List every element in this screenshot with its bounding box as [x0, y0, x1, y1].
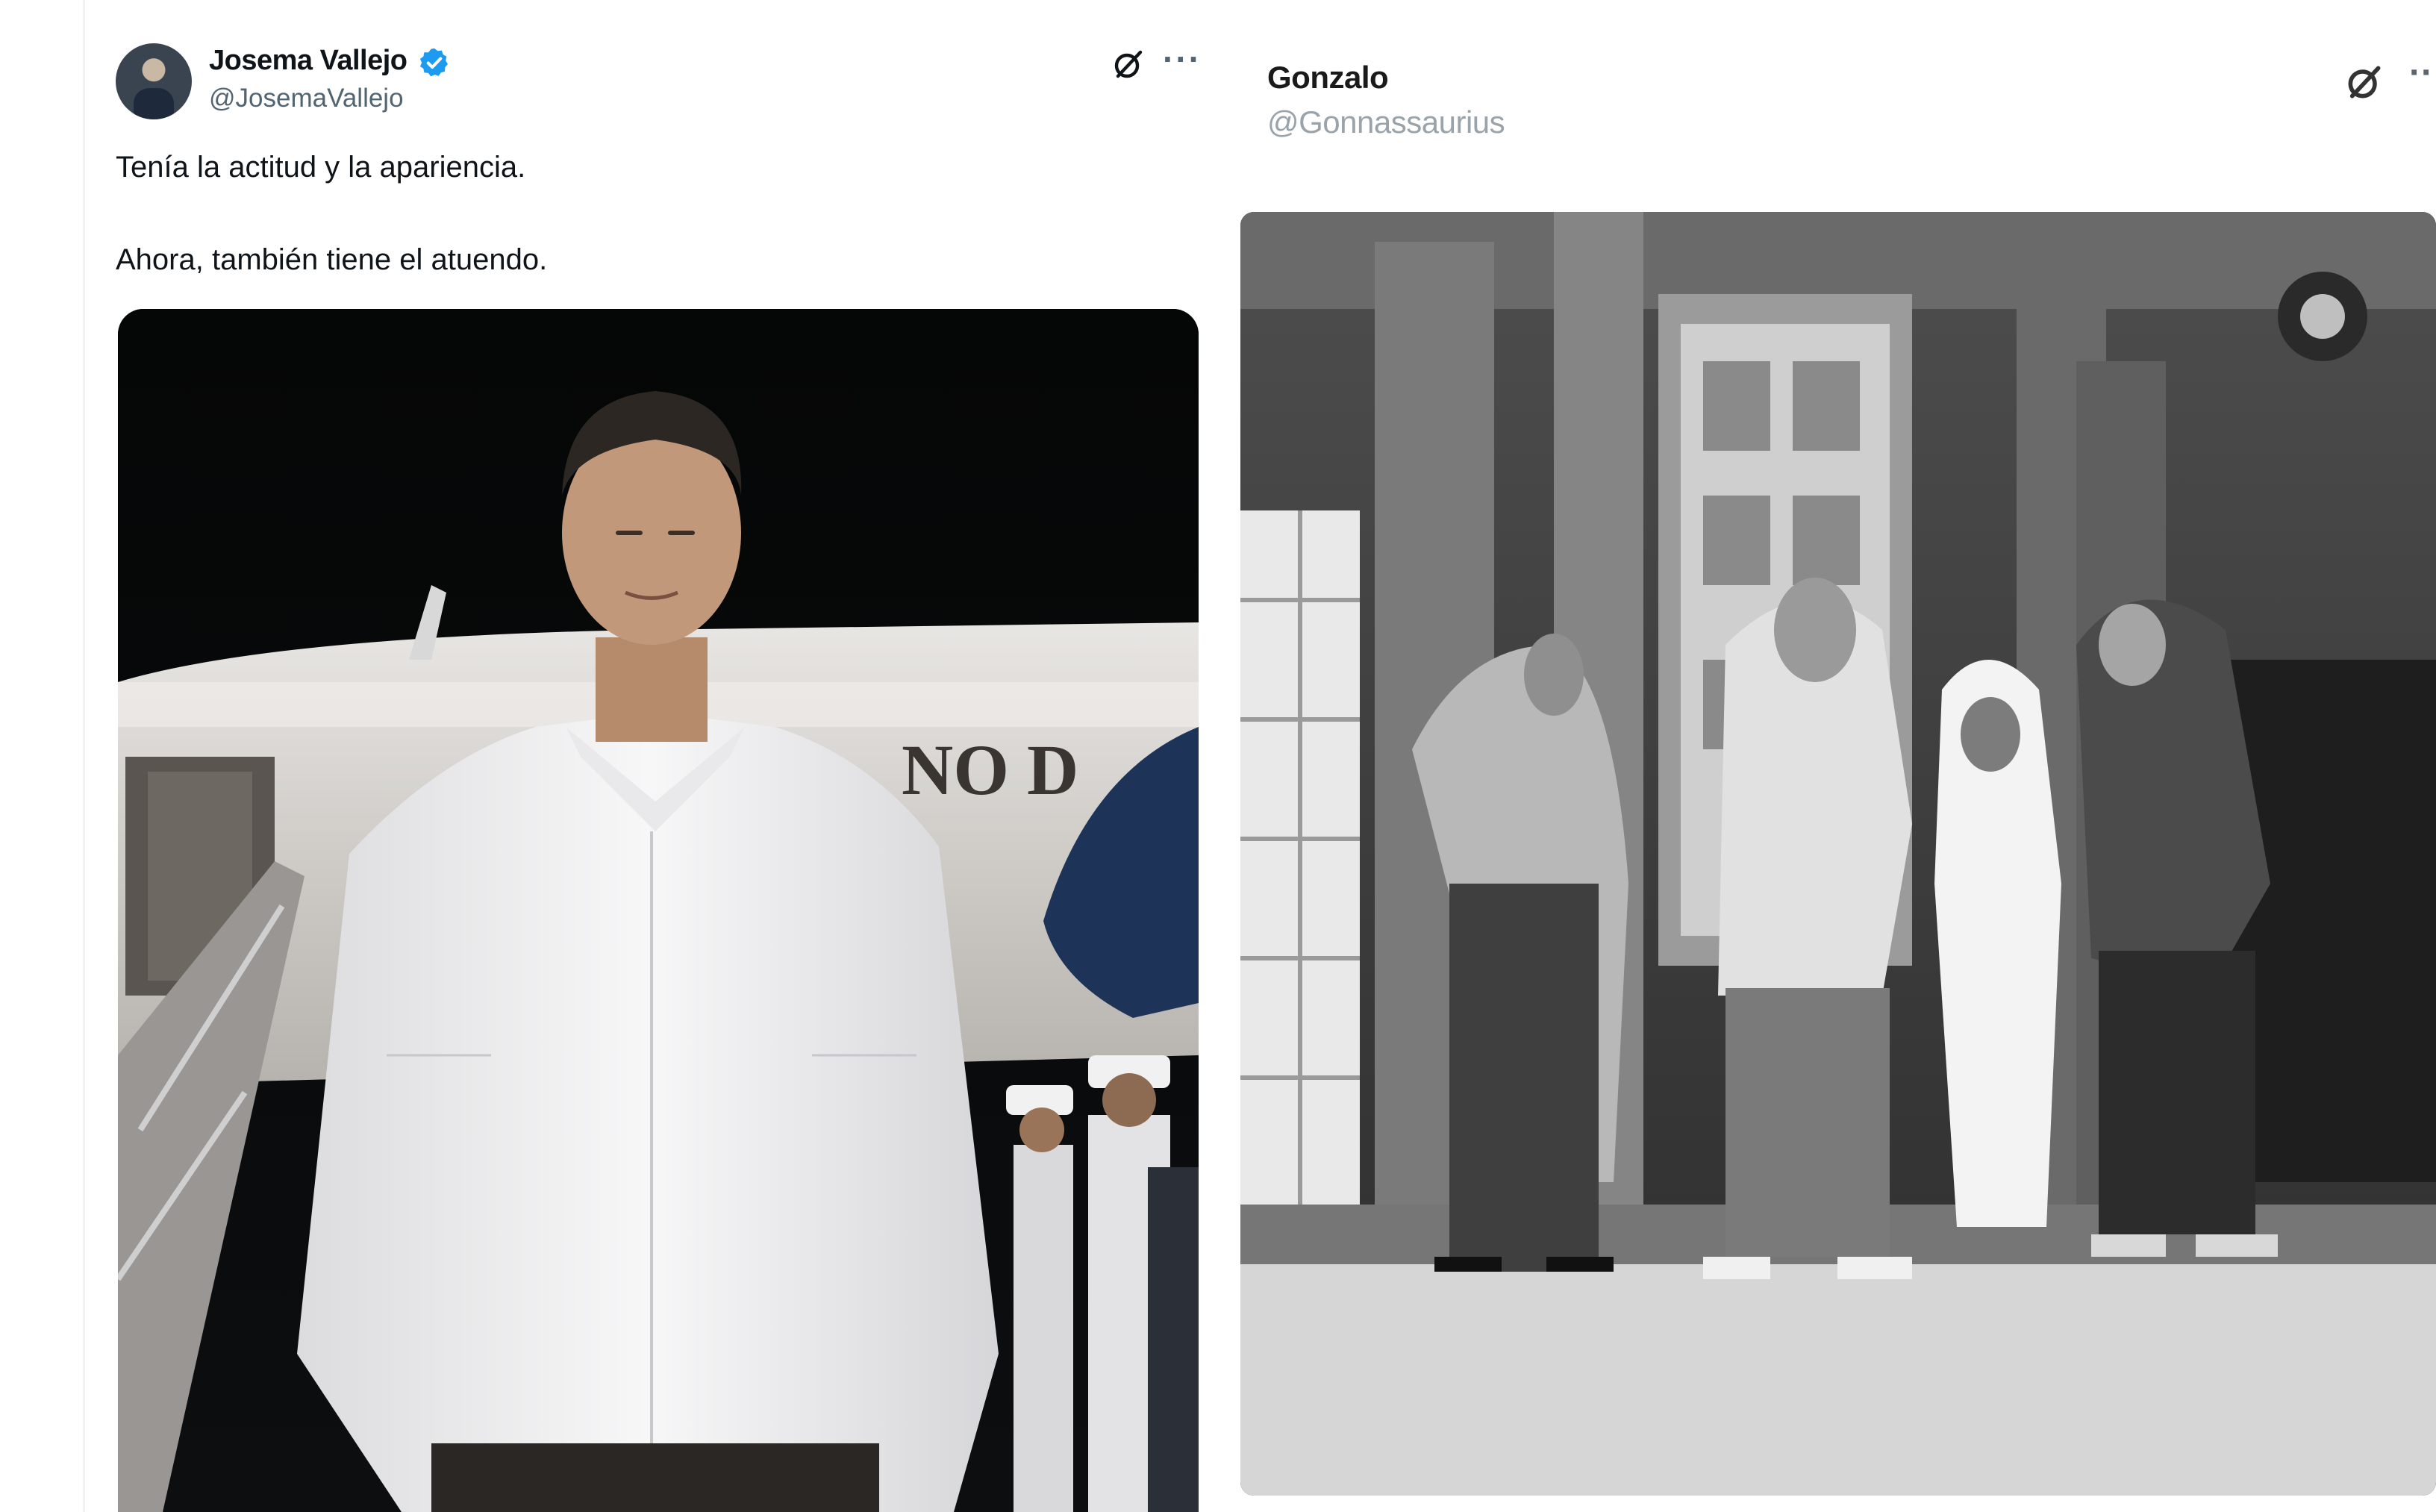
author-handle[interactable]: @Gonnassaurius	[1267, 104, 1505, 140]
tweet-josema: Josema Vallejo @JosemaVallejo ··· Tenía …	[0, 0, 1239, 1512]
photo-four-people-costumes	[1240, 212, 2436, 1496]
author-handle[interactable]: @JosemaVallejo	[209, 84, 404, 113]
tweet-photo[interactable]: NO D	[118, 309, 1199, 1512]
tweet-text-line: Ahora, también tiene el atuendo.	[116, 243, 548, 276]
author-name[interactable]: Josema Vallejo	[209, 45, 407, 77]
verified-badge-icon	[419, 48, 448, 77]
grok-icon[interactable]	[1111, 46, 1146, 82]
grok-icon[interactable]	[2343, 61, 2385, 103]
tweet-photo[interactable]	[1240, 212, 2436, 1496]
more-icon[interactable]: ··	[2409, 52, 2433, 93]
timeline-divider	[83, 0, 85, 1512]
avatar[interactable]	[116, 43, 192, 119]
tweet-gonzalo: Gonzalo @Gonnassaurius ··	[1239, 0, 2436, 1512]
plane-lettering: NO D	[902, 730, 1078, 810]
photo-man-white-shirt: NO D	[118, 309, 1199, 1512]
author-name[interactable]: Gonzalo	[1267, 60, 1389, 96]
tweet-text-line: Tenía la actitud y la apariencia.	[116, 151, 526, 184]
more-icon[interactable]: ···	[1163, 39, 1202, 79]
